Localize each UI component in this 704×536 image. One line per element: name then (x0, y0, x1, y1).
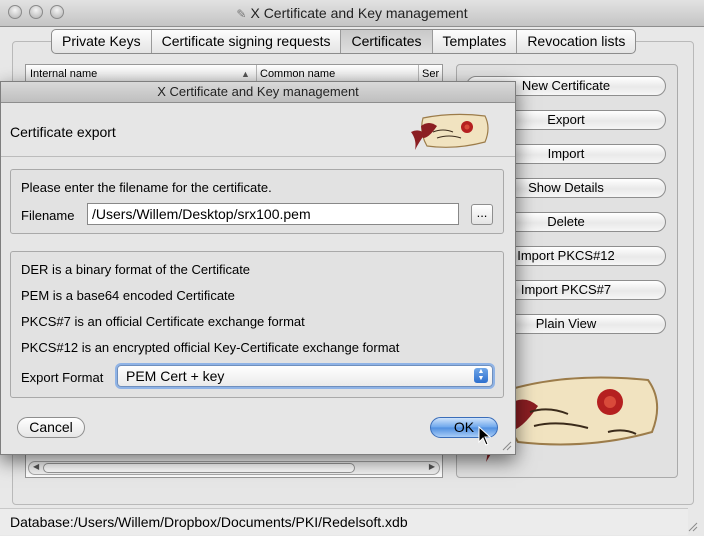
info-pkcs7: PKCS#7 is an official Certificate exchan… (21, 314, 305, 329)
tab-private-keys[interactable]: Private Keys (52, 30, 152, 53)
tab-revocation-lists[interactable]: Revocation lists (517, 30, 635, 53)
title-bar: ✎ X Certificate and Key management (0, 0, 704, 27)
mouse-pointer-icon (478, 426, 492, 446)
tab-certificates[interactable]: Certificates (341, 30, 433, 53)
chevron-updown-icon[interactable]: ▲ ▼ (474, 368, 488, 383)
filename-label: Filename (21, 208, 75, 223)
info-der: DER is a binary format of the Certificat… (21, 262, 251, 277)
info-pkcs12: PKCS#12 is an encrypted official Key-Cer… (21, 340, 400, 355)
filename-input[interactable] (87, 203, 459, 225)
export-format-value: PEM Cert + key (126, 368, 225, 384)
tab-certificate-signing-requests[interactable]: Certificate signing requests (152, 30, 342, 53)
status-bar: Database:/Users/Willem/Dropbox/Documents… (0, 508, 688, 535)
column-internal-name[interactable]: Internal name (30, 68, 97, 80)
browse-button[interactable]: ... (471, 204, 493, 225)
format-group: DER is a binary format of the Certificat… (10, 251, 504, 398)
tab-templates[interactable]: Templates (433, 30, 518, 53)
filename-prompt: Please enter the filename for the certif… (21, 180, 272, 195)
certificate-export-dialog: X Certificate and Key management Certifi… (0, 81, 516, 455)
column-common-name[interactable]: Common name (260, 68, 335, 80)
dialog-heading: Certificate export (10, 124, 116, 140)
export-format-label: Export Format (21, 370, 104, 385)
dialog-title: X Certificate and Key management (1, 82, 515, 103)
info-pem: PEM is a base64 encoded Certificate (21, 288, 235, 303)
export-format-select[interactable]: PEM Cert + key ▲ ▼ (117, 365, 493, 387)
document-icon: ✎ (236, 7, 247, 21)
resize-grip-icon[interactable] (686, 520, 698, 532)
horizontal-scrollbar[interactable]: ◀ ▶ (28, 461, 440, 475)
scroll-left-icon[interactable]: ◀ (33, 462, 39, 471)
filename-group: Please enter the filename for the certif… (10, 169, 504, 234)
window-title: ✎ X Certificate and Key management (0, 5, 704, 21)
dialog-divider (1, 156, 515, 157)
database-path: Database:/Users/Willem/Dropbox/Documents… (10, 514, 408, 530)
sort-ascending-icon: ▲ (241, 69, 250, 79)
scrollbar-thumb[interactable] (43, 463, 355, 473)
resize-grip-icon[interactable] (501, 440, 512, 451)
scroll-right-icon[interactable]: ▶ (429, 462, 435, 471)
cancel-button[interactable]: Cancel (17, 417, 85, 438)
column-serial[interactable]: Ser (422, 68, 439, 80)
scroll-logo-icon (411, 113, 489, 150)
window-title-text: X Certificate and Key management (250, 5, 468, 21)
column-divider[interactable] (256, 65, 257, 82)
tab-bar: Private Keys Certificate signing request… (51, 29, 637, 54)
column-divider[interactable] (418, 65, 419, 82)
